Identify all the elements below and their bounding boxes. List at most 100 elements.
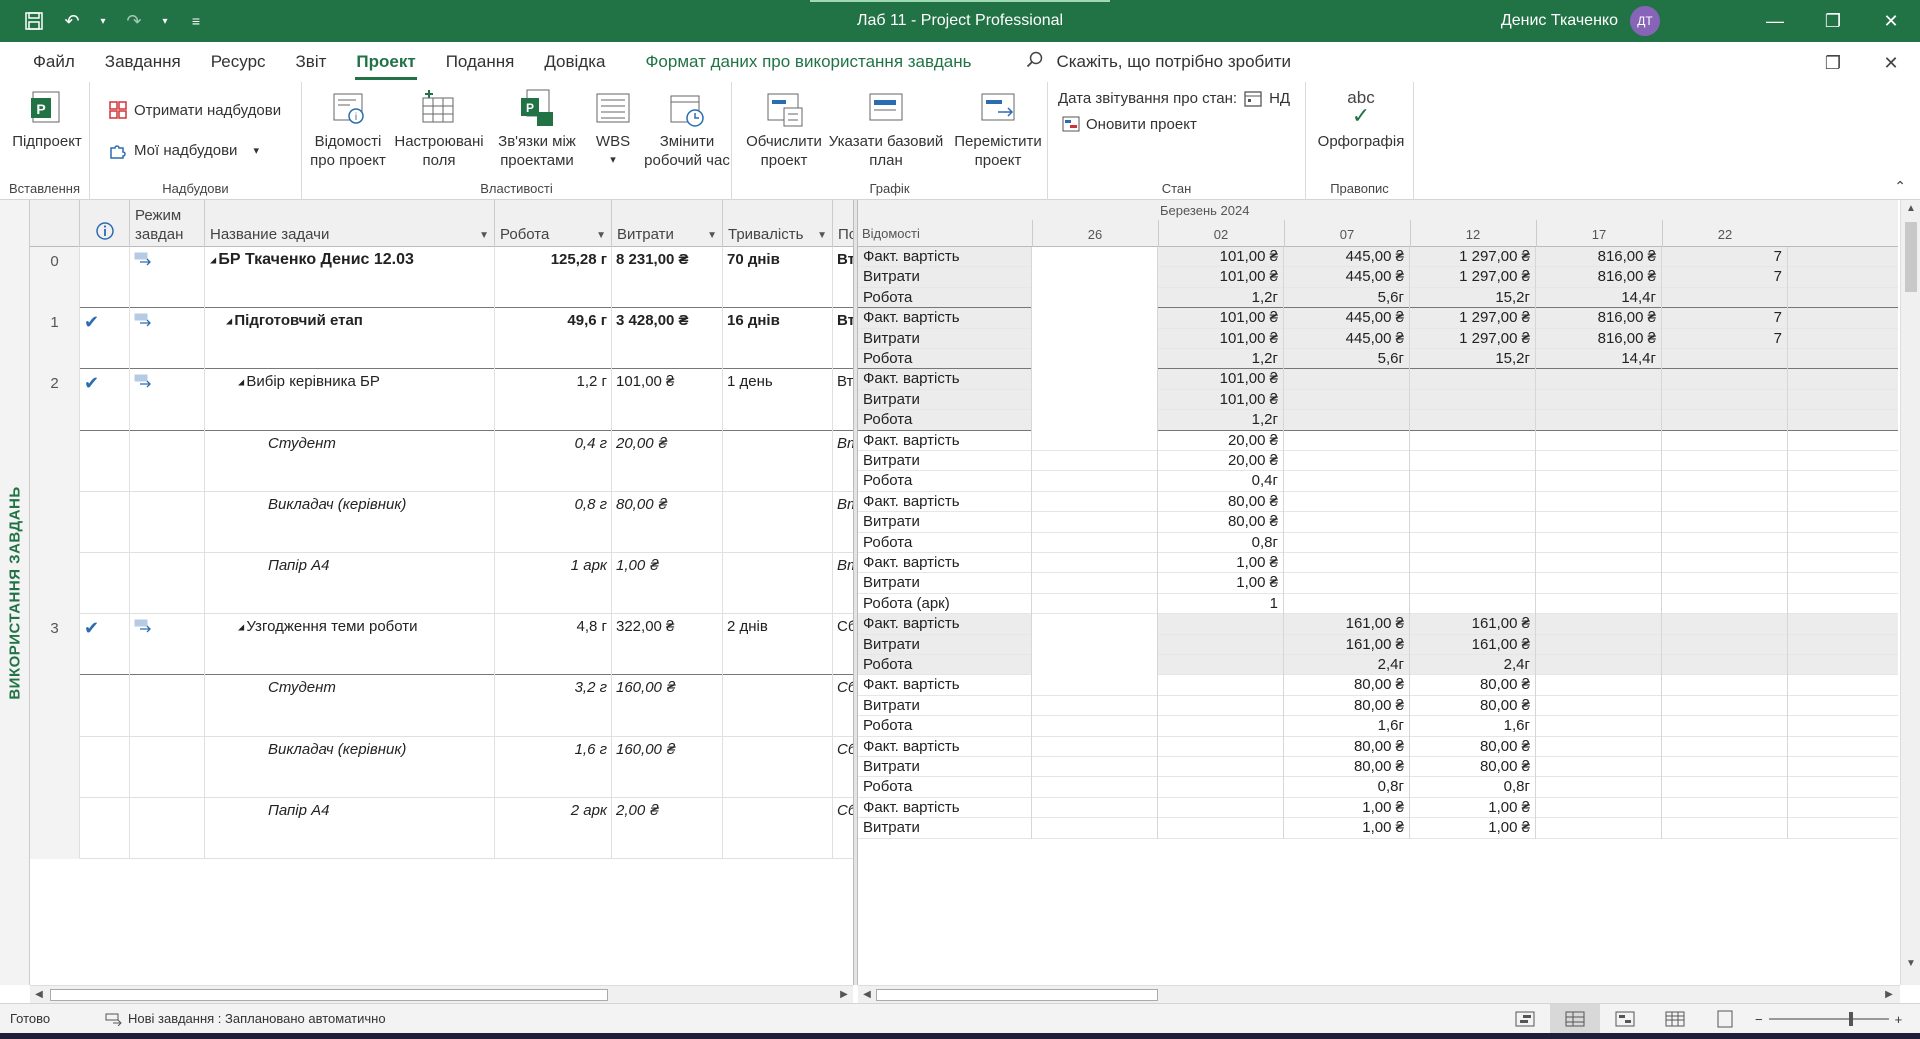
usage-cell[interactable]: 101,00 ₴ bbox=[1158, 247, 1284, 268]
usage-cell[interactable] bbox=[1662, 675, 1788, 696]
task-start-cell[interactable]: Вт bbox=[833, 431, 853, 492]
usage-cell[interactable] bbox=[1536, 655, 1662, 676]
task-duration-cell[interactable] bbox=[723, 797, 833, 859]
change-working-time-button[interactable]: Змінити робочий час bbox=[644, 88, 730, 170]
tab-report[interactable]: Звіт bbox=[281, 42, 342, 82]
usage-row[interactable]: Витрати 1,00 ₴ 1,00 ₴ bbox=[858, 818, 1898, 839]
usage-cell[interactable]: 0,8г bbox=[1410, 777, 1536, 798]
task-start-cell[interactable]: Вт bbox=[833, 247, 853, 308]
usage-cell[interactable] bbox=[1410, 451, 1536, 472]
task-start-cell[interactable]: Сб bbox=[833, 614, 853, 675]
usage-row[interactable]: Факт. вартість 101,00 ₴ 445,00 ₴ 1 297,00 ₴… bbox=[858, 308, 1898, 329]
zoom-track[interactable] bbox=[1768, 1012, 1889, 1026]
usage-cell[interactable] bbox=[1410, 430, 1536, 451]
usage-cell[interactable]: 101,00 ₴ bbox=[1158, 267, 1284, 288]
scroll-up-icon[interactable]: ▲ bbox=[1901, 200, 1920, 218]
task-mode-cell[interactable] bbox=[130, 308, 205, 370]
avatar[interactable]: ДТ bbox=[1630, 6, 1660, 36]
task-mode-cell[interactable] bbox=[130, 247, 205, 309]
usage-cell[interactable] bbox=[1032, 267, 1158, 288]
move-project-button[interactable]: Перемістити проект bbox=[950, 88, 1046, 170]
usage-cell[interactable] bbox=[1662, 471, 1788, 492]
indicators-header[interactable] bbox=[80, 200, 130, 247]
usage-cell[interactable]: 816,00 ₴ bbox=[1536, 247, 1662, 268]
my-addins-button[interactable]: Мої надбудови ▾ bbox=[108, 140, 259, 160]
usage-cell[interactable]: 1 297,00 ₴ bbox=[1410, 328, 1536, 349]
task-work-cell[interactable]: 125,28 г bbox=[495, 247, 612, 309]
usage-cell[interactable]: 20,00 ₴ bbox=[1158, 451, 1284, 472]
task-mode-cell[interactable] bbox=[130, 491, 205, 553]
user-account[interactable]: Денис Ткаченко ДТ bbox=[1501, 6, 1660, 36]
scroll-right-icon[interactable]: ▶ bbox=[835, 986, 853, 1004]
usage-cell[interactable]: 80,00 ₴ bbox=[1410, 695, 1536, 717]
task-name-cell[interactable]: Студент bbox=[205, 430, 495, 492]
usage-cell[interactable] bbox=[1032, 308, 1158, 329]
usage-cell[interactable] bbox=[1662, 451, 1788, 472]
usage-cell[interactable]: 1,2г bbox=[1158, 287, 1284, 309]
usage-cell[interactable]: 1,00 ₴ bbox=[1158, 553, 1284, 574]
usage-cell[interactable]: 80,00 ₴ bbox=[1158, 491, 1284, 513]
usage-cell[interactable]: 1,2г bbox=[1158, 349, 1284, 370]
usage-cell[interactable] bbox=[1158, 777, 1284, 798]
vertical-scrollbar[interactable]: ▲ ▼ bbox=[1900, 200, 1920, 985]
cost-header[interactable]: Витрати ▼ bbox=[612, 200, 723, 247]
set-baseline-button[interactable]: Указати базовий план bbox=[824, 88, 948, 170]
usage-cell[interactable] bbox=[1662, 655, 1788, 676]
usage-cell[interactable] bbox=[1032, 532, 1158, 553]
scroll-down-icon[interactable]: ▼ bbox=[1901, 955, 1920, 973]
usage-cell[interactable]: 445,00 ₴ bbox=[1284, 247, 1410, 268]
task-duration-cell[interactable] bbox=[723, 736, 833, 798]
usage-cell[interactable] bbox=[1032, 757, 1158, 778]
usage-row[interactable]: Робота 1,6г 1,6г bbox=[858, 716, 1898, 737]
usage-cell[interactable]: 1,00 ₴ bbox=[1284, 797, 1410, 819]
new-tasks-mode[interactable]: Нові завдання : Заплановано автоматично bbox=[105, 1011, 386, 1026]
usage-cell[interactable]: 14,4г bbox=[1536, 287, 1662, 309]
usage-cell[interactable] bbox=[1410, 593, 1536, 615]
usage-cell[interactable] bbox=[1662, 818, 1788, 839]
usage-cell[interactable] bbox=[1536, 512, 1662, 533]
usage-cell[interactable]: 0,8г bbox=[1158, 532, 1284, 553]
gantt-view-icon[interactable] bbox=[1500, 1004, 1550, 1034]
task-name-cell[interactable]: ◢ БР Ткаченко Денис 12.03 bbox=[205, 247, 495, 309]
usage-cell[interactable] bbox=[1032, 430, 1158, 451]
table-row[interactable]: Викладач (керівник) 1,6 г 160,00 ₴ Сб bbox=[30, 736, 853, 798]
usage-cell[interactable] bbox=[1284, 593, 1410, 615]
usage-cell[interactable] bbox=[1158, 797, 1284, 819]
resource-sheet-view-icon[interactable] bbox=[1650, 1004, 1700, 1034]
usage-cell[interactable] bbox=[1284, 553, 1410, 574]
zoom-knob[interactable] bbox=[1848, 1012, 1853, 1026]
task-name-cell[interactable]: ◢ Підготовчий етап bbox=[205, 308, 495, 370]
usage-cell[interactable] bbox=[1410, 369, 1536, 390]
links-between-projects-button[interactable]: P Зв'язки між проектами bbox=[492, 88, 582, 170]
usage-cell[interactable] bbox=[1032, 736, 1158, 757]
customize-toolbar-icon[interactable]: ≡ bbox=[184, 9, 208, 33]
usage-cell[interactable] bbox=[1032, 553, 1158, 574]
calculate-project-button[interactable]: Обчислити проект bbox=[742, 88, 826, 170]
usage-cell[interactable] bbox=[1158, 695, 1284, 717]
usage-cell[interactable]: 15,2г bbox=[1410, 287, 1536, 309]
usage-cell[interactable] bbox=[1662, 410, 1788, 431]
indicator-cell[interactable]: ✔ bbox=[80, 369, 130, 431]
view-bar[interactable]: ВИКОРИСТАННЯ ЗАВДАНЬ bbox=[0, 200, 30, 985]
usage-cell[interactable] bbox=[1284, 512, 1410, 533]
indicator-cell[interactable]: ✔ bbox=[80, 614, 130, 676]
usage-cell[interactable] bbox=[1662, 512, 1788, 533]
scroll-thumb[interactable] bbox=[1905, 222, 1917, 292]
usage-cell[interactable] bbox=[1410, 512, 1536, 533]
document-close-icon[interactable]: ✕ bbox=[1862, 42, 1920, 84]
usage-cell[interactable]: 2,4г bbox=[1284, 655, 1410, 676]
usage-row[interactable]: Факт. вартість 161,00 ₴ 161,00 ₴ bbox=[858, 614, 1898, 635]
row-id-cell[interactable] bbox=[30, 430, 80, 492]
usage-cell[interactable]: 15,2г bbox=[1410, 349, 1536, 370]
usage-row[interactable]: Факт. вартість 101,00 ₴ 445,00 ₴ 1 297,00 ₴… bbox=[858, 247, 1898, 268]
team-planner-view-icon[interactable] bbox=[1600, 1004, 1650, 1034]
tab-resource[interactable]: Ресурс bbox=[196, 42, 281, 82]
undo-dropdown-icon[interactable]: ▾ bbox=[98, 9, 108, 33]
timescale-scroll-thumb[interactable] bbox=[876, 989, 1158, 1001]
usage-row[interactable]: Робота (арк) 1 bbox=[858, 593, 1898, 615]
usage-cell[interactable] bbox=[1158, 716, 1284, 737]
indicator-cell[interactable] bbox=[80, 736, 130, 798]
close-icon[interactable]: ✕ bbox=[1862, 0, 1920, 42]
task-start-cell[interactable]: Сб bbox=[833, 675, 853, 736]
usage-row[interactable]: Факт. вартість 80,00 ₴ 80,00 ₴ bbox=[858, 675, 1898, 696]
